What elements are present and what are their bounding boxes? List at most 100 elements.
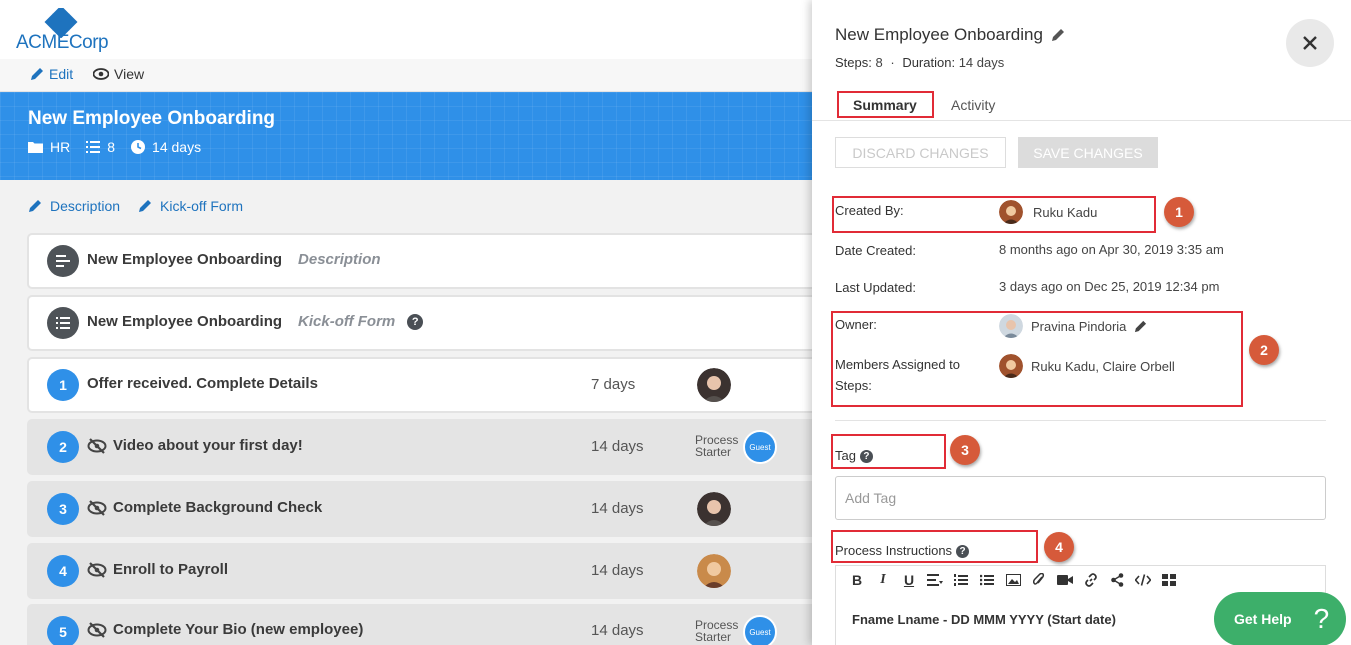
folder-meta: HR: [28, 139, 70, 155]
members-names: Ruku Kadu, Claire Orbell: [1031, 358, 1175, 374]
help-icon[interactable]: ?: [859, 450, 873, 464]
underline-icon[interactable]: U: [896, 569, 922, 591]
view-tab[interactable]: View: [93, 66, 144, 82]
help-icon[interactable]: ?: [407, 313, 424, 330]
description-link-label: Description: [50, 198, 121, 214]
divider: [835, 420, 1326, 421]
edit-tab-label: Edit: [49, 66, 74, 82]
close-icon: [1303, 36, 1317, 50]
image-icon[interactable]: [1000, 569, 1026, 591]
list-icon: [56, 317, 70, 329]
step-row[interactable]: 2 Video about your first day! 14 days Pr…: [27, 419, 827, 475]
eye-icon: [93, 68, 109, 80]
eye-slash-icon: [87, 621, 107, 638]
tab-activity[interactable]: Activity: [951, 97, 995, 113]
get-help-label: Get Help: [1234, 611, 1292, 627]
step-name: Video about your first day!: [87, 437, 303, 454]
instructions-label: Process Instructions?: [835, 540, 970, 561]
avatar: [999, 200, 1023, 224]
pencil-icon: [139, 200, 152, 212]
step-number: 2: [47, 431, 79, 463]
row-name: New Employee Onboarding Description: [87, 251, 381, 268]
attachment-icon[interactable]: [1026, 569, 1052, 591]
created-by-label: Created By:: [835, 203, 904, 218]
kickoff-form-row[interactable]: New Employee Onboarding Kick-off Form?: [27, 295, 827, 351]
kickoff-form-link[interactable]: Kick-off Form: [138, 198, 243, 214]
share-icon[interactable]: [1104, 569, 1130, 591]
creator-name: Ruku Kadu: [1033, 204, 1098, 220]
panel-title-text: New Employee Onboarding: [835, 25, 1043, 44]
edit-tab[interactable]: Edit: [30, 66, 73, 82]
pencil-icon: [31, 68, 43, 80]
step-duration: 14 days: [591, 622, 644, 639]
step-name: Enroll to Payroll: [87, 561, 228, 578]
mode-bar: Edit View: [0, 59, 812, 92]
eye-slash-icon: [87, 499, 107, 516]
clock-icon: [131, 140, 146, 154]
editor-text: Fname Lname - DD MMM YYYY (Start date): [852, 612, 1116, 627]
kickoff-circle: [47, 307, 79, 339]
code-icon[interactable]: [1130, 569, 1156, 591]
owner-value: Pravina Pindoria: [999, 314, 1147, 338]
step-row[interactable]: 1 Offer received. Complete Details 7 day…: [27, 357, 827, 413]
step-row[interactable]: 5 Complete Your Bio (new employee) 14 da…: [27, 604, 827, 645]
edit-links: Description Kick-off Form: [28, 198, 243, 214]
step-row[interactable]: 4 Enroll to Payroll 14 days: [27, 543, 827, 599]
members-value: Ruku Kadu, Claire Orbell: [999, 354, 1175, 378]
process-starter-label: Process Starter: [695, 433, 739, 459]
description-link[interactable]: Description: [28, 198, 120, 214]
step-duration: 14 days: [591, 562, 644, 579]
discard-changes-button[interactable]: DISCARD CHANGES: [835, 137, 1006, 168]
pencil-icon[interactable]: [1134, 320, 1147, 333]
bullet-list-icon[interactable]: [974, 569, 1000, 591]
process-banner: New Employee Onboarding HR 8 14 days: [0, 92, 812, 180]
date-created-label: Date Created:: [835, 243, 916, 258]
view-tab-label: View: [114, 66, 145, 82]
step-number: 1: [47, 369, 79, 401]
video-icon[interactable]: [1052, 569, 1078, 591]
add-tag-input[interactable]: [835, 476, 1326, 520]
kickoff-link-label: Kick-off Form: [160, 198, 244, 214]
last-updated-value: 3 days ago on Dec 25, 2019 12:34 pm: [999, 279, 1220, 294]
assignee-avatar[interactable]: [697, 368, 731, 402]
guest-badge: Guest: [743, 430, 777, 464]
bold-icon[interactable]: B: [844, 569, 870, 591]
description-circle: [47, 245, 79, 277]
description-row[interactable]: New Employee Onboarding Description: [27, 233, 827, 289]
assignee-avatar[interactable]: [697, 492, 731, 526]
members-label: Members Assigned to Steps:: [835, 357, 961, 393]
last-updated-label: Last Updated:: [835, 280, 916, 295]
step-name: Complete Your Bio (new employee): [87, 621, 363, 638]
link-icon[interactable]: [1078, 569, 1104, 591]
text-align-icon: [56, 255, 70, 267]
table-icon[interactable]: [1156, 569, 1182, 591]
close-button[interactable]: [1286, 19, 1334, 67]
ordered-list-icon[interactable]: [948, 569, 974, 591]
avatar: [999, 354, 1023, 378]
callout-badge: 1: [1164, 197, 1194, 227]
question-icon: ?: [1313, 603, 1330, 634]
help-icon[interactable]: ?: [956, 545, 970, 559]
step-duration: 14 days: [591, 500, 644, 517]
process-meta: HR 8 14 days: [28, 139, 217, 155]
owner-label: Owner:: [835, 317, 877, 332]
assignee-avatar[interactable]: [697, 554, 731, 588]
avatar: [999, 314, 1023, 338]
process-details-panel: New Employee Onboarding Steps: 8 · Durat…: [812, 0, 1351, 645]
duration-value: 14 days: [152, 139, 202, 155]
panel-meta: Steps: 8 · Duration: 14 days: [835, 55, 1005, 70]
pencil-icon[interactable]: [1051, 28, 1065, 42]
save-changes-button[interactable]: SAVE CHANGES: [1018, 137, 1158, 168]
align-icon[interactable]: [922, 569, 948, 591]
panel-title: New Employee Onboarding: [835, 25, 1065, 45]
steps-meta: 8: [86, 139, 115, 155]
date-created-value: 8 months ago on Apr 30, 2019 3:35 am: [999, 242, 1224, 257]
top-bar: ACMECorp: [0, 0, 812, 59]
steps-count: 8: [107, 139, 116, 155]
step-row[interactable]: 3 Complete Background Check 14 days: [27, 481, 827, 537]
acme-logo[interactable]: ACMECorp: [16, 8, 116, 56]
italic-icon[interactable]: I: [870, 569, 896, 591]
get-help-button[interactable]: Get Help ?: [1214, 592, 1346, 645]
step-number: 5: [47, 616, 79, 645]
tab-summary[interactable]: Summary: [853, 97, 917, 113]
